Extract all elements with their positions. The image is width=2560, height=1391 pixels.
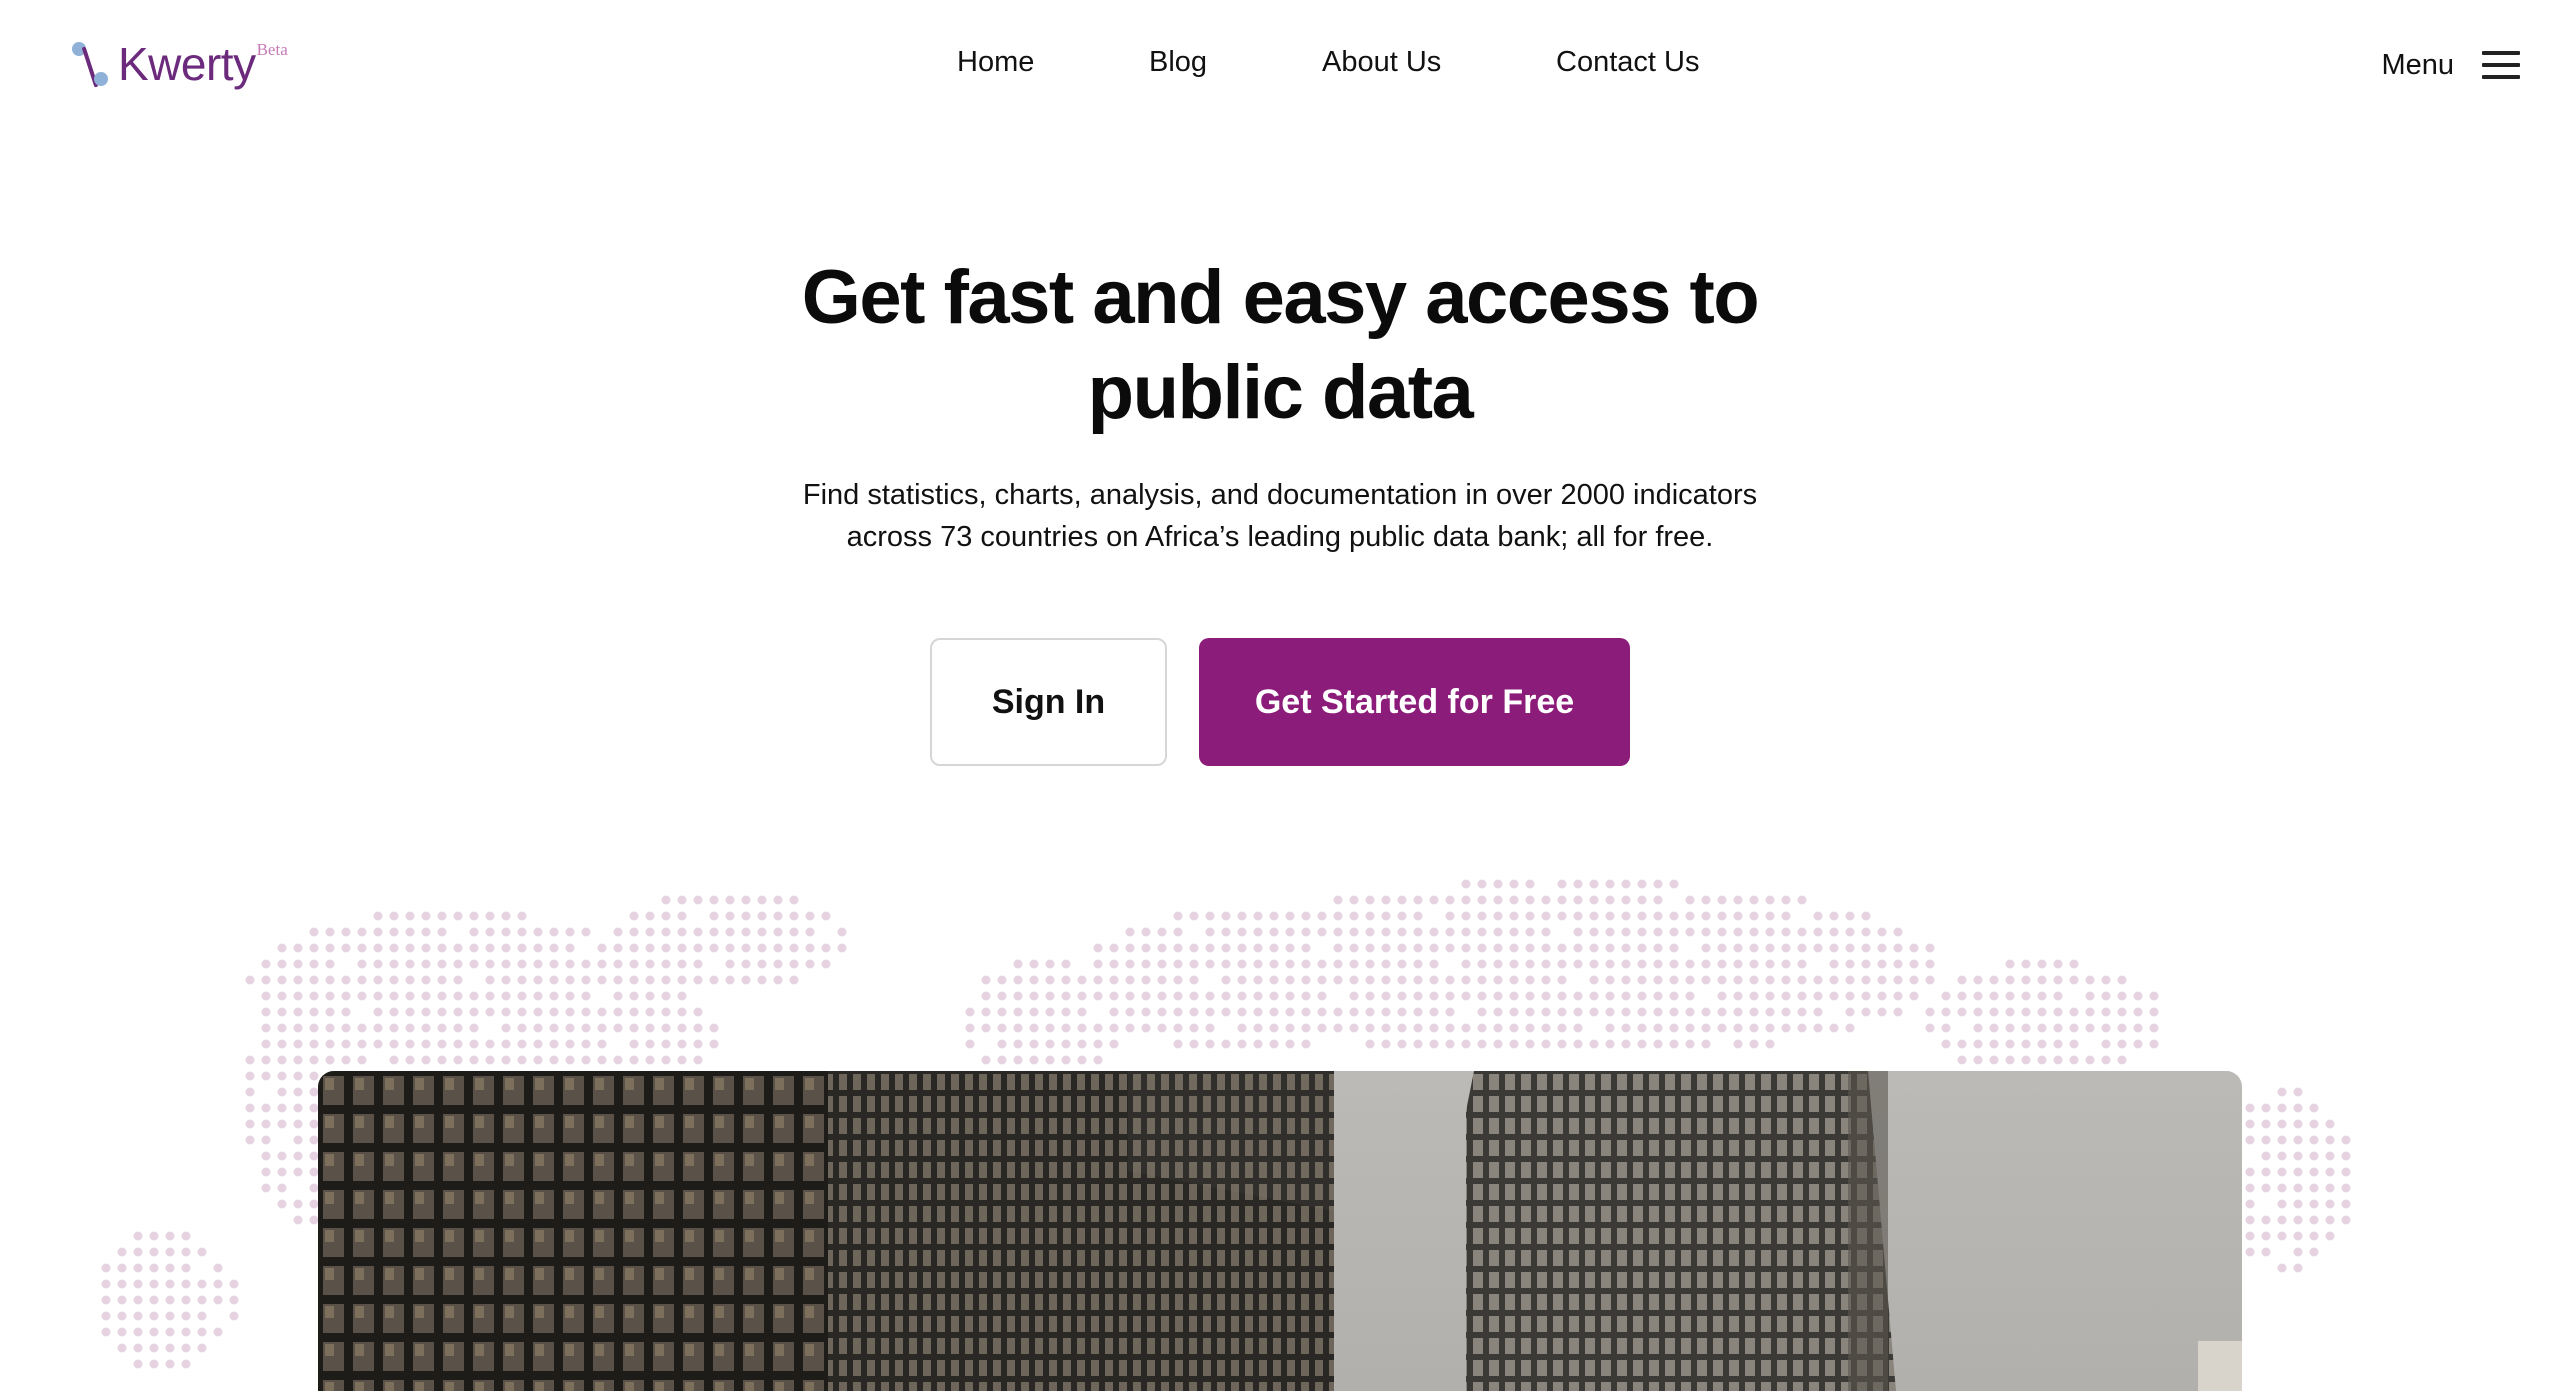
hero-title-line2: public data [1087, 350, 1474, 435]
logo-mark-icon [70, 36, 112, 92]
hero-subtitle: Find statistics, charts, analysis, and d… [680, 474, 1880, 558]
building-image [318, 1071, 2242, 1391]
nav-contact-link[interactable]: Contact Us [1556, 46, 1699, 79]
sign-in-button[interactable]: Sign In [930, 638, 1167, 766]
hero-subtitle-line2: across 73 countries on Africa’s leading … [846, 521, 1714, 553]
main-nav: Home Blog About Us Contact Us [0, 40, 2560, 90]
hero-building-photo [318, 1071, 2242, 1391]
logo-wordmark: Kwerty [118, 38, 256, 90]
logo[interactable]: Kwerty Beta [70, 34, 288, 94]
beta-badge: Beta [256, 40, 288, 59]
menu-button[interactable]: Menu [2381, 40, 2520, 90]
hero-title-line1: Get fast and easy access to [801, 255, 1760, 340]
get-started-button[interactable]: Get Started for Free [1199, 638, 1630, 766]
hero-subtitle-line1: Find statistics, charts, analysis, and d… [802, 479, 1758, 511]
hamburger-icon[interactable] [2482, 49, 2520, 81]
menu-label: Menu [2381, 48, 2454, 81]
nav-about-link[interactable]: About Us [1322, 46, 1441, 79]
hero-title: Get fast and easy access to public data [680, 250, 1880, 440]
site-header: Kwerty Beta Home Blog About Us Contact U… [0, 0, 2560, 130]
nav-blog-link[interactable]: Blog [1149, 46, 1207, 79]
nav-home-link[interactable]: Home [957, 46, 1034, 79]
